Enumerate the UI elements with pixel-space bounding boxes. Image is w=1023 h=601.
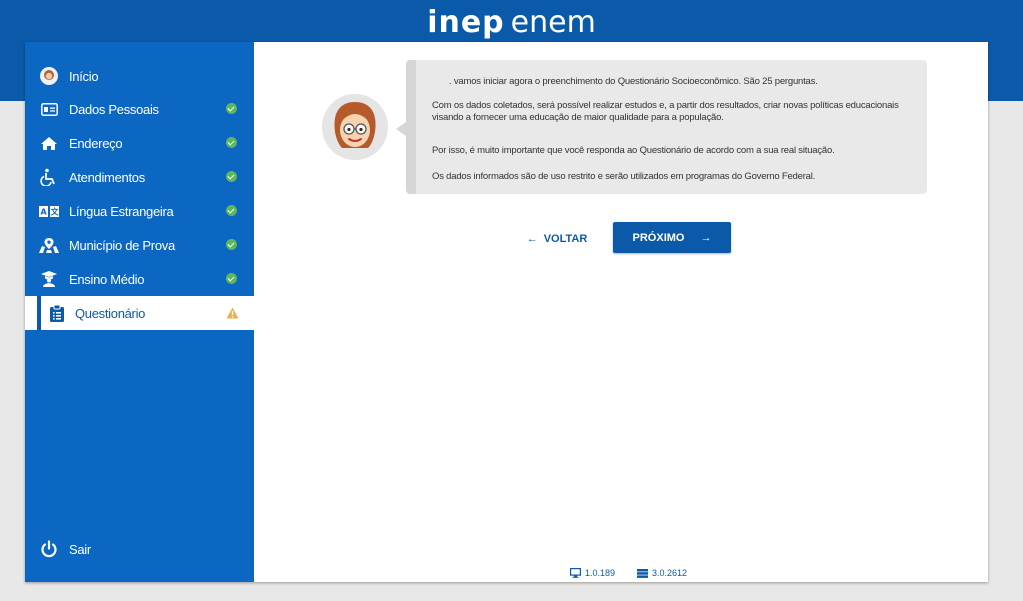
sidebar-item-label: Questionário	[75, 305, 146, 321]
check-icon	[226, 137, 238, 149]
logo-inep-text: inep	[427, 5, 505, 40]
check-icon	[226, 103, 238, 115]
id-card-icon	[39, 99, 59, 119]
sidebar-item-label: Ensino Médio	[69, 271, 145, 287]
svg-text:文: 文	[51, 206, 59, 216]
check-icon	[226, 273, 238, 285]
client-version: 1.0.189	[585, 568, 616, 578]
warning-icon	[226, 307, 239, 319]
home-icon	[39, 133, 59, 153]
message-paragraph-3: Por isso, é muito importante que você re…	[432, 145, 835, 156]
sidebar-item-endereco[interactable]: Endereço	[25, 126, 254, 160]
next-button-label: PRÓXIMO	[632, 231, 685, 244]
sidebar-item-label: Língua Estrangeira	[69, 203, 174, 219]
check-icon	[226, 239, 238, 251]
sidebar-item-label: Atendimentos	[69, 169, 145, 185]
back-button-label: VOLTAR	[543, 233, 588, 245]
assistant-avatar	[322, 94, 388, 160]
sidebar-item-inicio[interactable]: Início	[25, 59, 254, 93]
map-location-icon	[39, 235, 59, 255]
message-paragraph-2: Com os dados coletados, será possível re…	[432, 100, 899, 123]
sidebar-item-ensino-medio[interactable]: Ensino Médio	[25, 262, 254, 296]
message-paragraph-1: . vamos iniciar agora o preenchimento do…	[449, 76, 818, 87]
next-button[interactable]: PRÓXIMO →	[613, 222, 731, 253]
server-icon	[637, 568, 649, 578]
back-button[interactable]: ← VOLTAR	[524, 229, 590, 249]
server-version: 3.0.2612	[652, 568, 688, 578]
sidebar-item-label: Município de Prova	[69, 237, 175, 253]
logout-label: Sair	[69, 541, 91, 557]
check-icon	[226, 205, 238, 217]
sidebar-item-municipio-de-prova[interactable]: Município de Prova	[25, 228, 254, 262]
sidebar-item-dados-pessoais[interactable]: Dados Pessoais	[25, 92, 254, 126]
logo-enem-text: enem	[510, 5, 596, 40]
monitor-icon	[570, 568, 581, 578]
power-icon	[39, 539, 59, 559]
logout-button[interactable]: Sair	[25, 532, 254, 566]
sidebar-item-atendimentos[interactable]: Atendimentos	[25, 160, 254, 194]
message-paragraph-4: Os dados informados são de uso restrito …	[432, 171, 816, 182]
version-info: 1.0.189 3.0.2612	[570, 566, 687, 580]
user-avatar-icon	[39, 66, 59, 86]
sidebar-item-label: Endereço	[69, 135, 123, 151]
inep-enem-logo: inep enem	[0, 6, 1023, 40]
check-icon	[226, 171, 238, 183]
main-content: . vamos iniciar agora o preenchimento do…	[254, 42, 988, 582]
wheelchair-icon	[39, 167, 59, 187]
arrow-right-icon: →	[700, 231, 712, 244]
sidebar-item-questionario[interactable]: Questionário	[25, 296, 254, 330]
sidebar: Início Dados Pessoais Endereço Atendimen…	[25, 42, 254, 582]
assistant-message-bubble: . vamos iniciar agora o preenchimento do…	[396, 60, 927, 194]
arrow-left-icon: ←	[526, 233, 538, 245]
sidebar-item-label: Dados Pessoais	[69, 101, 159, 117]
sidebar-item-lingua-estrangeira[interactable]: A文 Língua Estrangeira	[25, 194, 254, 228]
main-card: Início Dados Pessoais Endereço Atendimen…	[25, 42, 988, 582]
graduation-icon	[39, 269, 59, 289]
clipboard-list-icon	[47, 303, 67, 323]
translate-icon: A文	[39, 201, 59, 221]
sidebar-item-label: Início	[69, 68, 99, 84]
